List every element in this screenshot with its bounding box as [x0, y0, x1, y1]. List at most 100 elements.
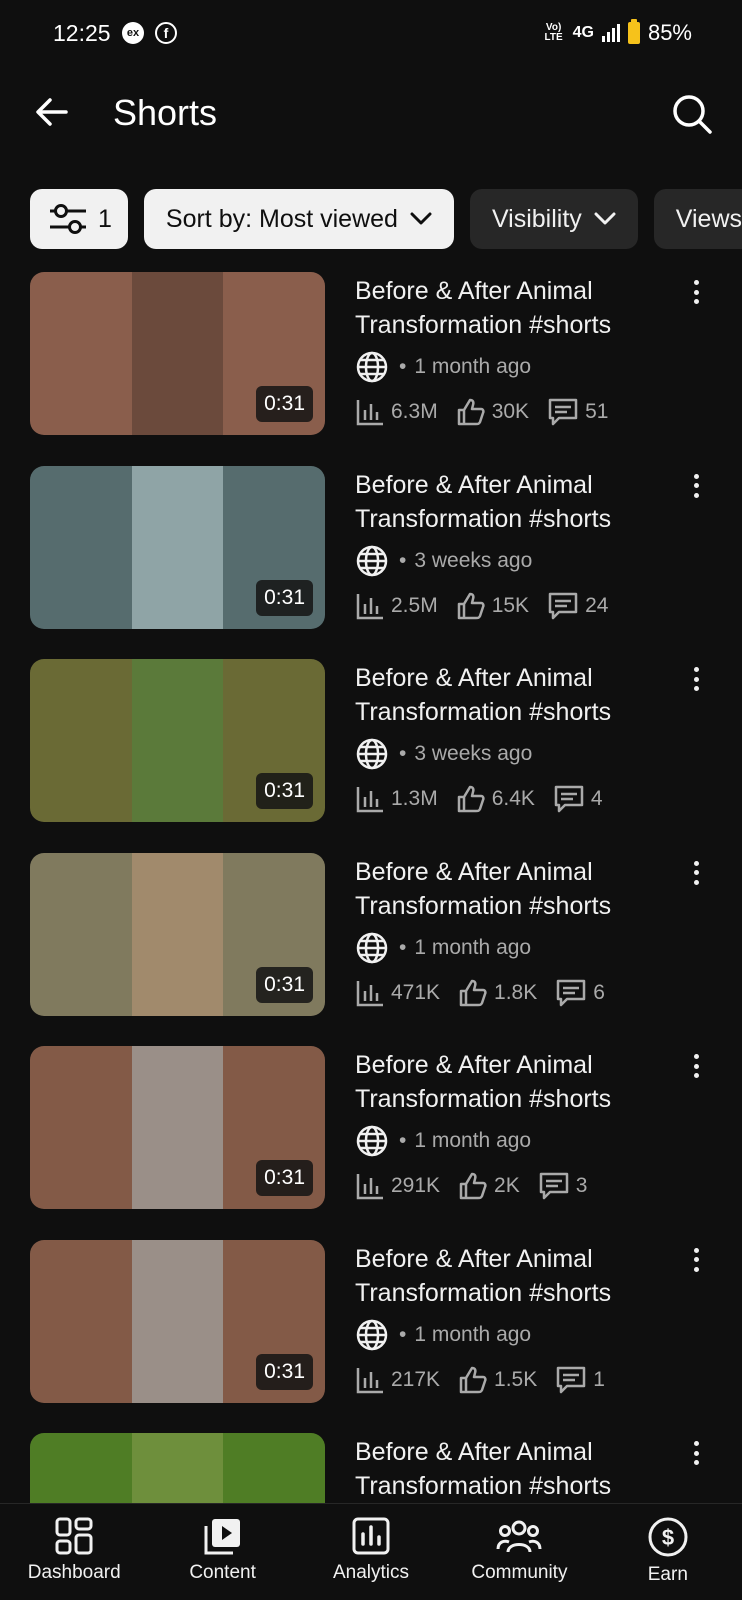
- video-thumbnail[interactable]: 0:31: [30, 465, 325, 629]
- back-button[interactable]: [30, 90, 74, 134]
- upload-age: 1 month ago: [414, 1129, 532, 1152]
- chevron-down-icon: [410, 212, 432, 225]
- video-row[interactable]: 0:31 Before & After Animal Transformation…: [0, 465, 742, 660]
- status-bar: 12:25 ex f Vo) LTE 4G 85%: [0, 0, 742, 70]
- comments-stat: 1: [555, 1365, 605, 1395]
- video-title[interactable]: Before & After Animal Transformation #sh…: [355, 1048, 655, 1116]
- video-title[interactable]: Before & After Animal Transformation #sh…: [355, 855, 655, 923]
- thumbnail-frame: [132, 659, 223, 822]
- views-chart-icon: [356, 980, 383, 1006]
- video-stats: 291K 2K 3: [355, 1171, 605, 1201]
- search-button[interactable]: [668, 90, 716, 138]
- facebook-icon: f: [155, 22, 177, 44]
- video-meta: • 3 weeks ago: [355, 737, 532, 771]
- thumbs-up-icon: [457, 785, 485, 813]
- views-stat: 291K: [355, 1172, 440, 1200]
- upload-age: 1 month ago: [414, 935, 532, 959]
- views-dropdown[interactable]: Views: [653, 189, 742, 249]
- video-thumbnail[interactable]: 0:31: [30, 852, 325, 1016]
- video-row[interactable]: 0:31 Before & After Animal Transformation…: [0, 659, 742, 853]
- thumbs-up-icon: [459, 1366, 487, 1393]
- video-row[interactable]: 0:31 Before & After Animal Transformation…: [0, 1046, 742, 1240]
- ex-app-icon: ex: [122, 22, 144, 44]
- more-options-button[interactable]: [686, 858, 706, 888]
- volte-indicator: Vo) LTE: [544, 22, 563, 43]
- more-options-button[interactable]: [686, 1438, 706, 1468]
- more-options-button[interactable]: [686, 1051, 706, 1081]
- filter-count: 1: [98, 204, 112, 233]
- comments-count: 51: [585, 400, 609, 423]
- video-thumbnail[interactable]: 0:31: [30, 272, 325, 435]
- comment-icon: [557, 979, 586, 1006]
- video-stats: 1.3M 6.4K 4: [355, 784, 621, 814]
- views-count: 471K: [391, 980, 441, 1004]
- comment-icon: [548, 398, 578, 426]
- views-label: Views: [675, 204, 742, 233]
- upload-age: 1 month ago: [414, 355, 532, 378]
- likes-count: 6.4K: [491, 787, 535, 810]
- views-stat: 471K: [355, 979, 440, 1007]
- likes-stat: 6.4K: [456, 784, 535, 814]
- video-title[interactable]: Before & After Animal Transformation #sh…: [355, 661, 655, 729]
- separator-dot: •: [399, 1322, 407, 1346]
- filter-chip[interactable]: 1: [30, 189, 128, 249]
- comment-icon: [554, 785, 584, 813]
- separator-dot: •: [399, 548, 407, 572]
- thumbnail-frame: [132, 1046, 223, 1209]
- top-app-bar: Shorts: [0, 70, 742, 162]
- globe-icon: [356, 932, 388, 963]
- video-row[interactable]: 0:31 Before & After Animal Transformation…: [0, 852, 742, 1047]
- video-meta: • 1 month ago: [355, 931, 531, 965]
- views-stat: 217K: [355, 1366, 440, 1394]
- views-chart-icon: [356, 400, 383, 426]
- globe-icon: [356, 1319, 388, 1350]
- nav-label: Content: [189, 1562, 256, 1583]
- nav-label: Analytics: [333, 1562, 410, 1583]
- visibility-label: Visibility: [491, 204, 582, 233]
- comments-stat: 6: [555, 978, 605, 1008]
- comments-stat: 24: [547, 591, 608, 621]
- likes-stat: 1.5K: [458, 1365, 537, 1395]
- nav-community[interactable]: Community: [445, 1504, 593, 1600]
- svg-text:$: $: [662, 1525, 674, 1550]
- video-title[interactable]: Before & After Animal Transformation #sh…: [355, 1435, 655, 1503]
- video-thumbnail[interactable]: 0:31: [30, 659, 325, 822]
- sort-dropdown[interactable]: Sort by: Most viewed: [143, 189, 454, 249]
- separator-dot: •: [399, 355, 407, 378]
- nav-content[interactable]: Content: [148, 1504, 296, 1600]
- video-title[interactable]: Before & After Animal Transformation #sh…: [355, 468, 655, 536]
- duration-badge: 0:31: [256, 773, 313, 809]
- thumbs-up-icon: [457, 398, 485, 426]
- thumbnail-frame: [132, 272, 223, 435]
- duration-badge: 0:31: [256, 386, 313, 422]
- video-row[interactable]: 0:31 Before & After Animal Transformation…: [0, 1239, 742, 1434]
- video-title[interactable]: Before & After Animal Transformation #sh…: [355, 274, 655, 342]
- comments-stat: 4: [553, 784, 603, 814]
- comments-count: 6: [593, 980, 605, 1004]
- more-options-button[interactable]: [686, 471, 706, 501]
- separator-dot: •: [399, 742, 407, 765]
- more-options-button[interactable]: [686, 664, 706, 694]
- likes-stat: 2K: [458, 1171, 520, 1201]
- battery-icon: [627, 19, 640, 44]
- video-thumbnail[interactable]: 0:31: [30, 1239, 325, 1403]
- sort-label: Sort by: Most viewed: [165, 204, 398, 233]
- filter-sliders-icon: [50, 204, 86, 234]
- upload-age: 3 weeks ago: [414, 742, 533, 765]
- nav-dashboard[interactable]: Dashboard: [0, 1504, 148, 1600]
- comments-stat: 51: [547, 397, 608, 427]
- views-count: 1.3M: [391, 787, 438, 810]
- nav-earn[interactable]: $ Earn: [594, 1504, 742, 1600]
- status-indicators: Vo) LTE 4G 85%: [543, 19, 692, 46]
- more-options-button[interactable]: [686, 1245, 706, 1275]
- video-thumbnail[interactable]: 0:31: [30, 1046, 325, 1209]
- nav-analytics[interactable]: Analytics: [297, 1504, 445, 1600]
- views-stat: 2.5M: [355, 592, 438, 620]
- more-options-button[interactable]: [686, 277, 706, 307]
- views-stat: 1.3M: [355, 785, 438, 813]
- video-list: 0:31 Before & After Animal Transformation…: [0, 272, 742, 1600]
- visibility-dropdown[interactable]: Visibility: [469, 189, 638, 249]
- status-time: 12:25: [53, 20, 111, 46]
- video-title[interactable]: Before & After Animal Transformation #sh…: [355, 1242, 655, 1310]
- video-row[interactable]: 0:31 Before & After Animal Transformation…: [0, 272, 742, 466]
